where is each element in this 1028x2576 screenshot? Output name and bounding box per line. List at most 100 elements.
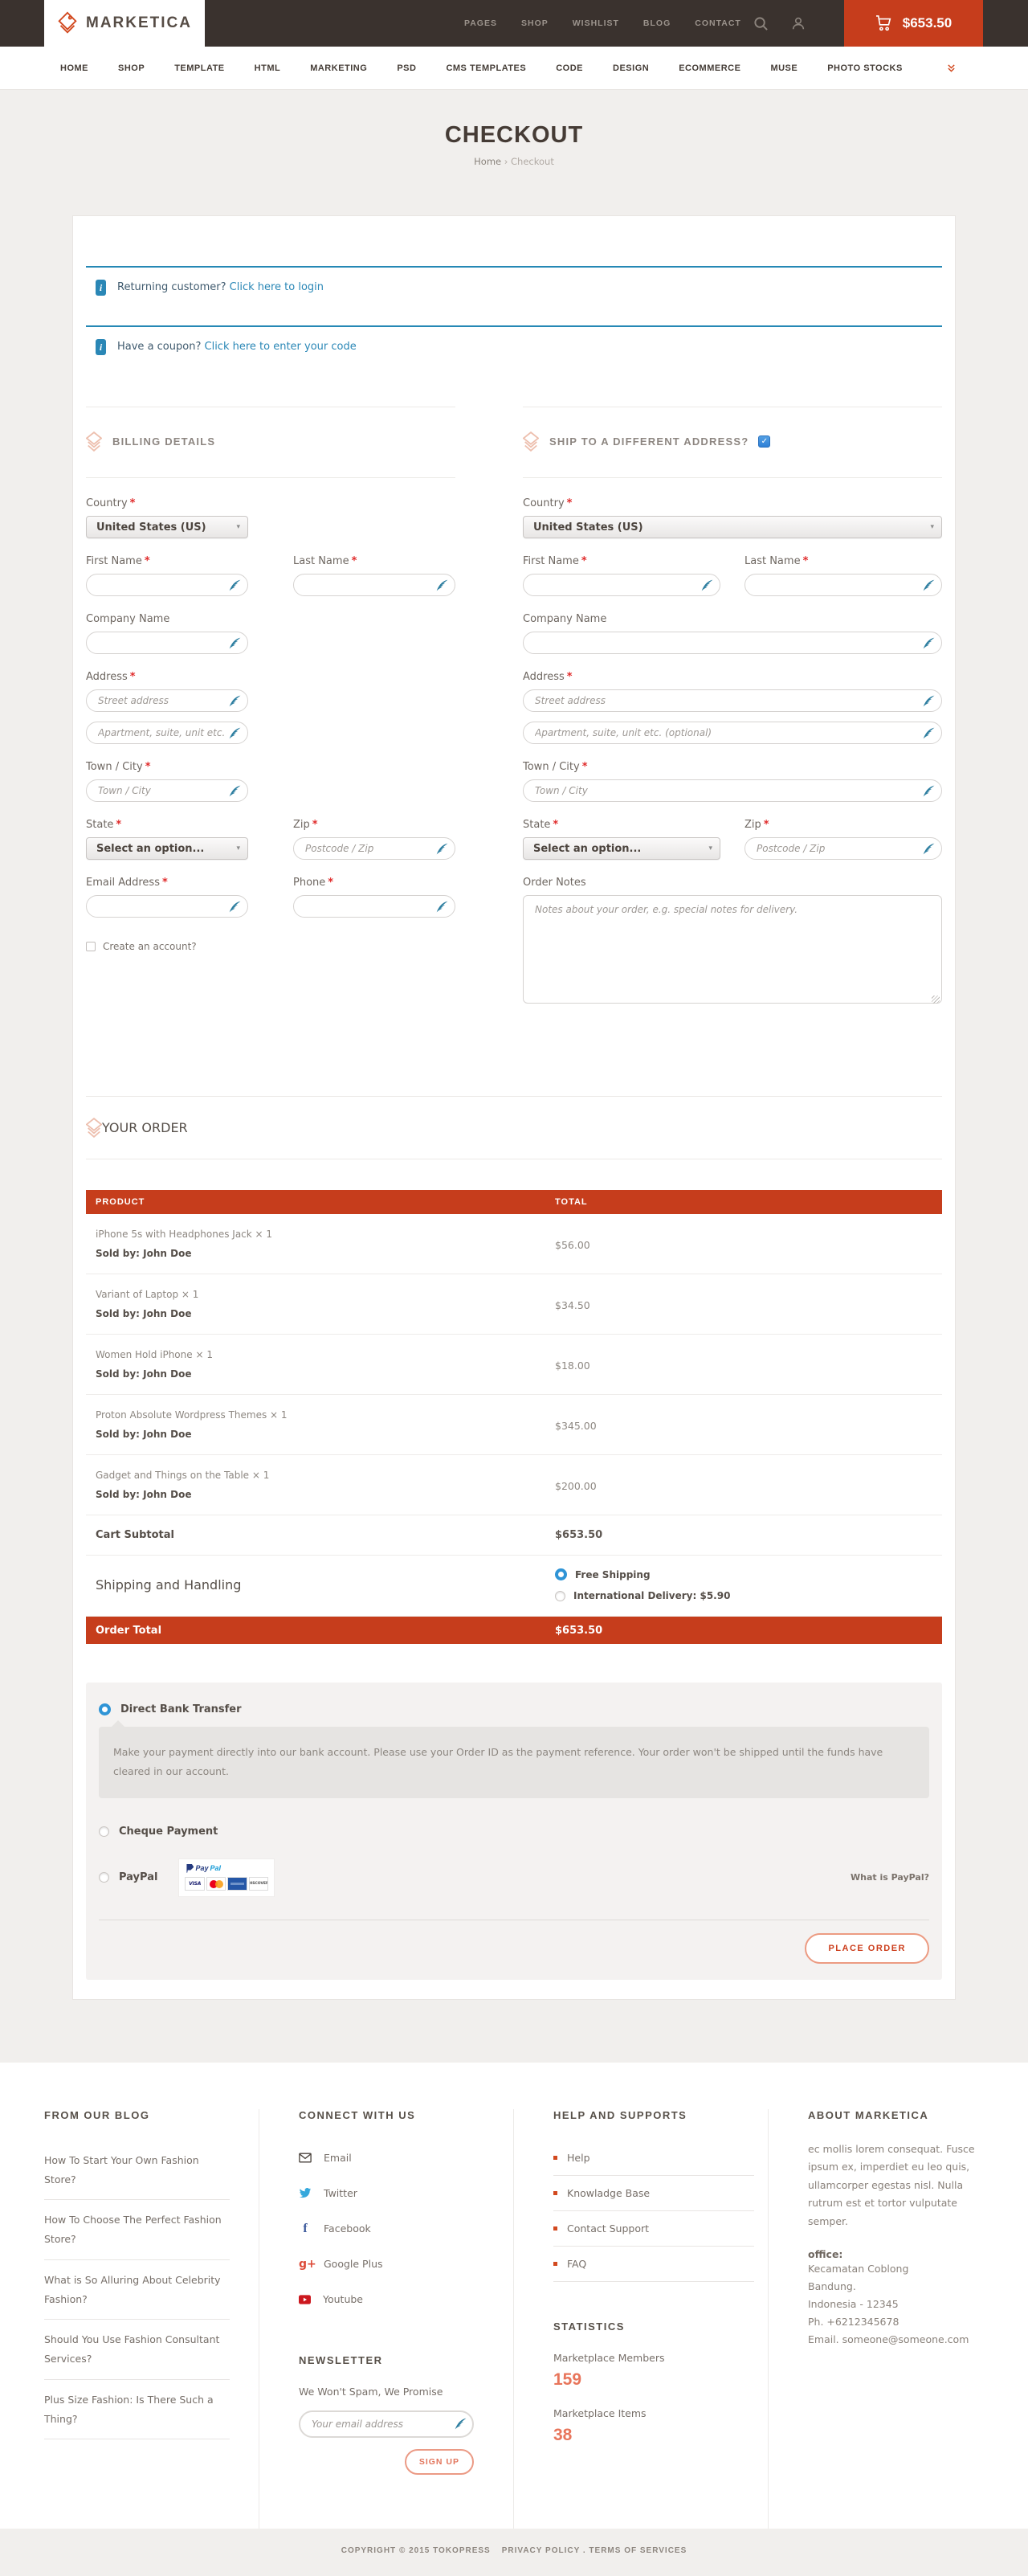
billing-apartment-input[interactable] — [86, 722, 248, 744]
billing-state-select[interactable]: Select an option... ▾ — [86, 837, 248, 860]
paypal-cards-box: PayPal VISA DISCOVER — [178, 1858, 275, 1897]
breadcrumb: Home › Checkout — [0, 156, 1028, 167]
contact-support-link[interactable]: Contact Support — [553, 2211, 754, 2247]
office-line: Email. someone@someone.com — [808, 2331, 999, 2349]
main-nav-home[interactable]: HOME — [60, 63, 88, 73]
radio-international-delivery[interactable] — [555, 1591, 565, 1601]
billing-town-input[interactable] — [86, 779, 248, 802]
top-nav-wishlist[interactable]: WISHLIST — [573, 18, 619, 28]
help-link[interactable]: Help — [553, 2141, 754, 2176]
column-product: PRODUCT — [86, 1197, 555, 1207]
shipping-company-label: Company Name — [523, 613, 942, 625]
billing-phone-input[interactable] — [293, 895, 455, 918]
cart-subtotal-row: Cart Subtotal $653.50 — [86, 1515, 942, 1556]
main-nav-code[interactable]: CODE — [556, 63, 583, 73]
what-is-paypal-link[interactable]: What is PayPal? — [851, 1872, 929, 1883]
radio-free-shipping[interactable] — [555, 1568, 567, 1580]
login-link[interactable]: Click here to login — [230, 281, 324, 293]
product-price: $18.00 — [555, 1360, 590, 1372]
shipping-apartment-input[interactable] — [523, 722, 942, 744]
blog-post-link[interactable]: How To Start Your Own Fashion Store? — [44, 2141, 230, 2201]
shipping-row: Shipping and Handling Free Shipping Inte… — [86, 1556, 942, 1617]
coupon-link[interactable]: Click here to enter your code — [205, 341, 357, 353]
product-seller: Sold by: John Doe — [96, 1368, 555, 1380]
returning-customer-text: Returning customer? — [117, 281, 226, 293]
billing-email-input[interactable] — [86, 895, 248, 918]
social-youtube-link[interactable]: Youtube — [299, 2282, 484, 2317]
social-google-plus-link[interactable]: g+ Google Plus — [299, 2247, 484, 2282]
marketplace-items-label: Marketplace Items — [553, 2407, 739, 2419]
order-notes-textarea[interactable] — [523, 895, 942, 1004]
pen-icon — [229, 785, 241, 797]
page-header: CHECKOUT Home › Checkout — [0, 90, 1028, 215]
pen-icon — [229, 579, 241, 591]
ship-different-heading: SHIP TO A DIFFERENT ADDRESS? — [549, 435, 749, 448]
top-bar: MARKETICA PAGES SHOP WISHLIST BLOG CONTA… — [0, 0, 1028, 47]
main-nav-psd[interactable]: PSD — [397, 63, 416, 73]
blog-post-link[interactable]: What is So Alluring About Celebrity Fash… — [44, 2260, 230, 2320]
knowledge-base-link[interactable]: Knowladge Base — [553, 2176, 754, 2211]
blog-post-link[interactable]: Plus Size Fashion: Is There Such a Thing… — [44, 2380, 230, 2440]
social-twitter-link[interactable]: Twitter — [299, 2176, 484, 2211]
facebook-icon: f — [299, 2222, 312, 2236]
shipping-company-input[interactable] — [523, 632, 942, 654]
top-nav-blog[interactable]: BLOG — [643, 18, 671, 28]
legal-links[interactable]: PRIVACY POLICY . TERMS OF SERVICES — [502, 2546, 687, 2555]
shipping-country-select[interactable]: United States (US) ▾ — [523, 516, 942, 538]
billing-last-name-input[interactable] — [293, 574, 455, 596]
faq-link[interactable]: FAQ — [553, 2247, 754, 2282]
brand-logo[interactable]: MARKETICA — [44, 0, 205, 47]
top-nav-contact[interactable]: CONTACT — [695, 18, 741, 28]
main-nav-template[interactable]: TEMPLATE — [174, 63, 224, 73]
shipping-last-name-input[interactable] — [744, 574, 942, 596]
main-nav-html[interactable]: HTML — [255, 63, 281, 73]
main-nav-muse[interactable]: MUSE — [770, 63, 798, 73]
nav-expand-chevron-icon[interactable] — [947, 63, 956, 72]
billing-first-name-input[interactable] — [86, 574, 248, 596]
social-email-link[interactable]: Email — [299, 2141, 484, 2176]
shipping-address-label: Address* — [523, 671, 942, 683]
billing-street-input[interactable] — [86, 689, 248, 712]
blog-post-link[interactable]: Should You Use Fashion Consultant Servic… — [44, 2320, 230, 2380]
social-facebook-link[interactable]: f Facebook — [299, 2211, 484, 2247]
table-row: Proton Absolute Wordpress Themes × 1 Sol… — [86, 1395, 942, 1455]
main-nav-marketing[interactable]: MARKETING — [310, 63, 367, 73]
search-icon[interactable] — [753, 16, 769, 31]
shipping-town-input[interactable] — [523, 779, 942, 802]
pen-icon — [923, 785, 935, 797]
main-nav-photo-stocks[interactable]: PHOTO STOCKS — [827, 63, 903, 73]
pen-icon — [923, 727, 935, 739]
main-nav-ecommerce[interactable]: ECOMMERCE — [679, 63, 740, 73]
billing-zip-input[interactable] — [293, 837, 455, 860]
cart-button[interactable]: $653.50 — [844, 0, 983, 47]
main-nav-cms-templates[interactable]: CMS TEMPLATES — [446, 63, 526, 73]
main-nav-design[interactable]: DESIGN — [613, 63, 649, 73]
shipping-street-input[interactable] — [523, 689, 942, 712]
shipping-first-name-input[interactable] — [523, 574, 720, 596]
newsletter-email-input[interactable] — [299, 2410, 474, 2438]
product-name: Women Hold iPhone × 1 — [96, 1349, 555, 1360]
main-nav-shop[interactable]: SHOP — [118, 63, 145, 73]
top-nav-shop[interactable]: SHOP — [521, 18, 549, 28]
footer-help-column: HELP AND SUPPORTS Help Knowladge Base Co… — [513, 2109, 768, 2529]
user-icon[interactable] — [791, 16, 806, 31]
shipping-zip-input[interactable] — [744, 837, 942, 860]
radio-bank-transfer[interactable] — [99, 1703, 111, 1715]
shipping-state-select[interactable]: Select an option... ▾ — [523, 837, 720, 860]
place-order-button[interactable]: PLACE ORDER — [805, 1933, 929, 1964]
radio-cheque-payment[interactable] — [99, 1826, 109, 1837]
signup-button[interactable]: SIGN UP — [405, 2449, 474, 2475]
top-nav-pages[interactable]: PAGES — [464, 18, 497, 28]
free-shipping-label: Free Shipping — [575, 1569, 651, 1580]
product-seller: Sold by: John Doe — [96, 1248, 555, 1259]
billing-country-select[interactable]: United States (US) ▾ — [86, 516, 248, 538]
blog-post-link[interactable]: How To Choose The Perfect Fashion Store? — [44, 2200, 230, 2260]
radio-paypal[interactable] — [99, 1872, 109, 1883]
main-nav: HOME SHOP TEMPLATE HTML MARKETING PSD CM… — [0, 47, 1028, 90]
breadcrumb-home[interactable]: Home — [474, 156, 501, 167]
create-account-checkbox[interactable] — [86, 942, 96, 951]
blog-heading: FROM OUR BLOG — [44, 2109, 230, 2121]
billing-company-input[interactable] — [86, 632, 248, 654]
resize-grip[interactable] — [932, 996, 940, 1004]
ship-different-checkbox[interactable]: ✓ — [758, 435, 770, 448]
